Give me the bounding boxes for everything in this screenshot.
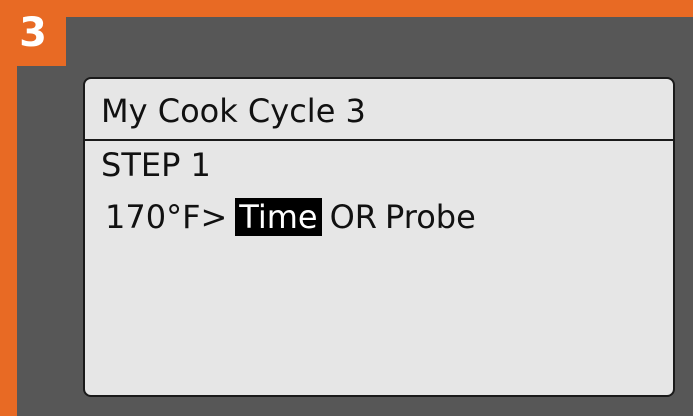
step-number-badge: 3 [0,0,66,66]
temperature-value: 170°F [105,198,201,236]
step-label: STEP 1 [101,146,211,184]
step-parameters: 170°F> Time OR Probe [105,195,476,239]
arrow-indicator: > [200,198,228,236]
control-panel: My Cook Cycle 3 STEP 1 170°F> Time OR Probe [17,17,693,416]
or-label: OR [329,198,378,236]
figure-frame: My Cook Cycle 3 STEP 1 170°F> Time OR Probe… [0,0,693,416]
display-screen: My Cook Cycle 3 STEP 1 170°F> Time OR Probe [83,77,675,397]
time-option[interactable]: Time [235,198,322,236]
probe-option[interactable]: Probe [385,198,476,236]
cook-cycle-title: My Cook Cycle 3 [85,79,673,141]
